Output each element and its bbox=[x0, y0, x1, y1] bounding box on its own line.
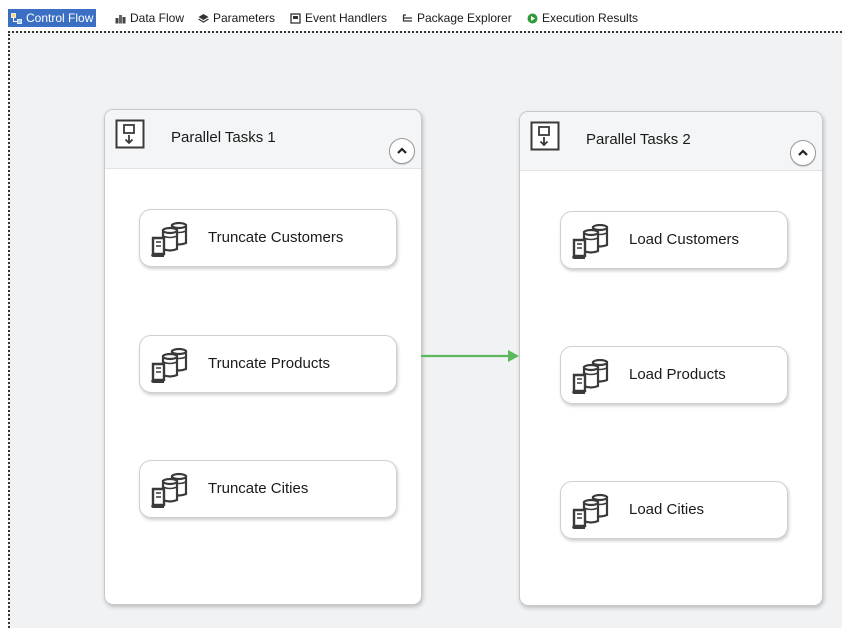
task-truncate-products[interactable]: Truncate Products bbox=[139, 335, 397, 393]
container-title: Parallel Tasks 2 bbox=[586, 131, 691, 148]
container-header: Parallel Tasks 2 bbox=[520, 112, 822, 171]
execute-sql-task-icon bbox=[571, 358, 609, 394]
container-header: Parallel Tasks 1 bbox=[105, 110, 421, 169]
task-load-products[interactable]: Load Products bbox=[560, 346, 788, 404]
execute-sql-task-icon bbox=[150, 472, 188, 508]
task-label: Load Cities bbox=[629, 501, 705, 518]
task-load-customers[interactable]: Load Customers bbox=[560, 211, 788, 269]
sequence-container-icon bbox=[115, 119, 145, 149]
tab-control-flow[interactable]: Control Flow bbox=[8, 9, 97, 27]
execute-sql-task-icon bbox=[571, 493, 609, 529]
container-title: Parallel Tasks 1 bbox=[171, 129, 276, 146]
tab-data-flow[interactable]: Data Flow bbox=[112, 9, 187, 27]
data-flow-icon bbox=[115, 14, 126, 23]
parameters-icon bbox=[198, 13, 209, 23]
task-label: Load Products bbox=[629, 366, 726, 383]
sequence-container-parallel-tasks-1[interactable]: Parallel Tasks 1 Truncate Customers Trun… bbox=[104, 109, 422, 605]
designer-tab-bar: Control Flow Data Flow Parameters Event … bbox=[0, 0, 844, 30]
task-label: Load Customers bbox=[629, 231, 740, 248]
package-explorer-icon bbox=[402, 13, 412, 22]
execution-results-icon bbox=[527, 13, 538, 23]
chevron-up-icon bbox=[797, 147, 809, 159]
sequence-container-icon bbox=[530, 121, 560, 151]
chevron-up-icon bbox=[396, 145, 408, 157]
tab-label: Control Flow bbox=[26, 11, 94, 25]
tab-label: Event Handlers bbox=[305, 11, 388, 25]
task-truncate-customers[interactable]: Truncate Customers bbox=[139, 209, 397, 267]
tab-parameters[interactable]: Parameters bbox=[195, 9, 278, 27]
tab-label: Execution Results bbox=[542, 11, 639, 25]
execute-sql-task-icon bbox=[150, 347, 188, 383]
tab-package-explorer[interactable]: Package Explorer bbox=[399, 9, 515, 27]
task-label: Truncate Cities bbox=[208, 480, 309, 497]
task-label: Truncate Customers bbox=[208, 229, 344, 246]
task-load-cities[interactable]: Load Cities bbox=[560, 481, 788, 539]
execute-sql-task-icon bbox=[571, 223, 609, 259]
tab-label: Package Explorer bbox=[417, 11, 512, 25]
tab-label: Data Flow bbox=[130, 11, 185, 25]
tab-event-handlers[interactable]: Event Handlers bbox=[287, 9, 390, 27]
execute-sql-task-icon bbox=[150, 221, 188, 257]
sequence-container-parallel-tasks-2[interactable]: Parallel Tasks 2 Load Customers Load Pro… bbox=[519, 111, 823, 606]
event-handlers-icon bbox=[290, 12, 301, 24]
collapse-button[interactable] bbox=[389, 138, 415, 164]
tab-execution-results[interactable]: Execution Results bbox=[524, 9, 641, 27]
tab-label: Parameters bbox=[213, 11, 276, 25]
control-flow-icon bbox=[11, 12, 22, 24]
task-truncate-cities[interactable]: Truncate Cities bbox=[139, 460, 397, 518]
collapse-button[interactable] bbox=[790, 140, 816, 166]
task-label: Truncate Products bbox=[208, 355, 330, 372]
